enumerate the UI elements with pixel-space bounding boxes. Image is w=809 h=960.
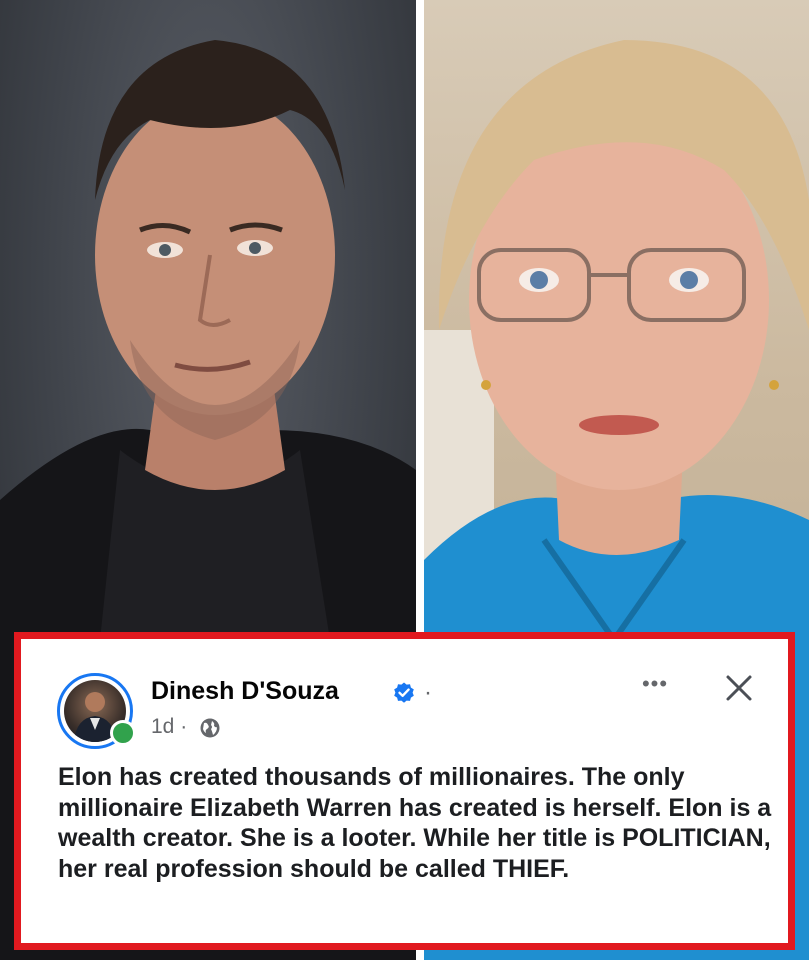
online-status-indicator xyxy=(110,720,136,746)
globe-icon xyxy=(200,718,220,738)
name-separator: · xyxy=(424,679,432,706)
highlighted-post-frame: Dinesh D'Souza · 1d · ••• Elon has creat… xyxy=(14,632,795,950)
verified-badge-icon xyxy=(394,682,414,703)
more-options-button[interactable]: ••• xyxy=(635,673,675,699)
post-body-text: Elon has created thousands of millionair… xyxy=(58,763,772,883)
post-author-name[interactable]: Dinesh D'Souza xyxy=(151,677,339,706)
facebook-post-card: Dinesh D'Souza · 1d · ••• Elon has creat… xyxy=(21,639,788,943)
close-icon[interactable] xyxy=(722,671,756,705)
post-timestamp[interactable]: 1d · xyxy=(151,715,187,739)
